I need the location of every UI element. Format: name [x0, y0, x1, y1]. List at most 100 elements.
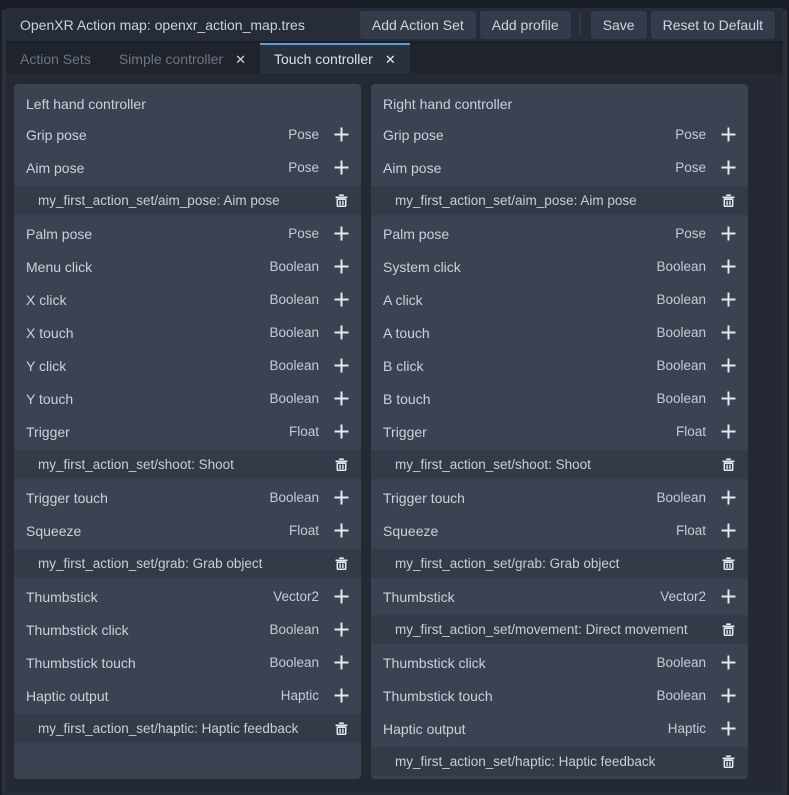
add-binding-button[interactable] — [329, 519, 353, 543]
add-binding-button[interactable] — [716, 387, 740, 411]
action-row: Haptic output Haptic — [14, 679, 361, 712]
add-binding-button[interactable] — [329, 387, 353, 411]
add-binding-button[interactable] — [716, 156, 740, 180]
binding-label: my_first_action_set/movement: Direct mov… — [395, 622, 716, 637]
action-type-label: Boolean — [269, 292, 319, 307]
save-button[interactable]: Save — [591, 11, 647, 39]
action-type-label: Boolean — [656, 259, 706, 274]
binding-row: my_first_action_set/grab: Grab object — [371, 549, 748, 578]
add-binding-button[interactable] — [329, 420, 353, 444]
action-row: A touch Boolean — [371, 316, 748, 349]
remove-binding-button[interactable] — [329, 453, 353, 477]
plus-icon — [720, 687, 737, 704]
trash-icon — [721, 457, 736, 472]
action-row: Menu click Boolean — [14, 250, 361, 283]
add-binding-button[interactable] — [716, 123, 740, 147]
add-binding-button[interactable] — [716, 354, 740, 378]
action-row: Thumbstick touch Boolean — [14, 646, 361, 679]
add-binding-button[interactable] — [716, 651, 740, 675]
remove-binding-button[interactable] — [716, 189, 740, 213]
plus-icon — [720, 258, 737, 275]
binding-label: my_first_action_set/grab: Grab object — [38, 556, 329, 571]
panel-right-hand-controller: Right hand controller Grip pose Pose Aim… — [371, 84, 748, 779]
remove-binding-button[interactable] — [329, 717, 353, 741]
remove-binding-button[interactable] — [716, 552, 740, 576]
action-row: X click Boolean — [14, 283, 361, 316]
remove-binding-button[interactable] — [329, 189, 353, 213]
tab-label: Simple controller — [119, 51, 223, 67]
add-binding-button[interactable] — [716, 486, 740, 510]
plus-icon — [720, 654, 737, 671]
add-binding-button[interactable] — [716, 717, 740, 741]
plus-icon — [720, 357, 737, 374]
plus-icon — [720, 324, 737, 341]
remove-binding-button[interactable] — [716, 618, 740, 642]
action-label: A click — [383, 292, 656, 308]
add-binding-button[interactable] — [329, 684, 353, 708]
remove-binding-button[interactable] — [716, 453, 740, 477]
binding-row: my_first_action_set/haptic: Haptic feedb… — [14, 714, 361, 743]
editor-edge-bottom — [2, 791, 787, 795]
action-type-label: Pose — [288, 226, 319, 241]
action-row: A click Boolean — [371, 283, 748, 316]
panel-left-hand-controller: Left hand controller Grip pose Pose Aim … — [14, 84, 361, 779]
action-label: Aim pose — [383, 160, 675, 176]
add-action-set-button[interactable]: Add Action Set — [360, 11, 476, 39]
add-binding-button[interactable] — [716, 222, 740, 246]
action-label: Trigger — [383, 424, 676, 440]
add-binding-button[interactable] — [716, 255, 740, 279]
add-binding-button[interactable] — [329, 486, 353, 510]
action-label: B click — [383, 358, 656, 374]
action-row: Aim pose Pose — [14, 151, 361, 184]
action-label: Y click — [26, 358, 269, 374]
add-binding-button[interactable] — [329, 651, 353, 675]
add-binding-button[interactable] — [329, 123, 353, 147]
action-type-label: Boolean — [269, 391, 319, 406]
action-type-label: Boolean — [656, 358, 706, 373]
action-type-label: Boolean — [269, 325, 319, 340]
add-binding-button[interactable] — [329, 354, 353, 378]
add-binding-button[interactable] — [329, 321, 353, 345]
action-type-label: Boolean — [656, 688, 706, 703]
add-binding-button[interactable] — [716, 420, 740, 444]
action-label: Squeeze — [26, 523, 289, 539]
tab-touch-controller[interactable]: Touch controller ✕ — [260, 43, 410, 73]
action-row: Y touch Boolean — [14, 382, 361, 415]
action-label: Squeeze — [383, 523, 676, 539]
add-binding-button[interactable] — [329, 618, 353, 642]
binding-label: my_first_action_set/aim_pose: Aim pose — [38, 193, 329, 208]
add-binding-button[interactable] — [329, 222, 353, 246]
action-type-label: Float — [289, 424, 319, 439]
add-binding-button[interactable] — [716, 288, 740, 312]
close-icon[interactable]: ✕ — [385, 53, 396, 66]
add-binding-button[interactable] — [716, 684, 740, 708]
add-profile-button[interactable]: Add profile — [480, 11, 571, 39]
action-label: Trigger touch — [383, 490, 656, 506]
plus-icon — [333, 390, 350, 407]
binding-row: my_first_action_set/grab: Grab object — [14, 549, 361, 578]
plus-icon — [720, 489, 737, 506]
action-row: Trigger Float — [371, 415, 748, 448]
add-binding-button[interactable] — [329, 585, 353, 609]
close-icon[interactable]: ✕ — [235, 53, 246, 66]
remove-binding-button[interactable] — [329, 552, 353, 576]
add-binding-button[interactable] — [329, 255, 353, 279]
add-binding-button[interactable] — [329, 288, 353, 312]
tab-action-sets[interactable]: Action Sets ✕ — [6, 43, 105, 73]
add-binding-button[interactable] — [329, 156, 353, 180]
tab-simple-controller[interactable]: Simple controller ✕ — [105, 43, 260, 73]
plus-icon — [333, 654, 350, 671]
action-type-label: Boolean — [656, 325, 706, 340]
add-binding-button[interactable] — [716, 519, 740, 543]
action-row: X touch Boolean — [14, 316, 361, 349]
editor-edge-right — [783, 10, 787, 795]
action-type-label: Boolean — [656, 655, 706, 670]
binding-label: my_first_action_set/aim_pose: Aim pose — [395, 193, 716, 208]
plus-icon — [333, 423, 350, 440]
binding-label: my_first_action_set/grab: Grab object — [395, 556, 716, 571]
reset-to-default-button[interactable]: Reset to Default — [651, 11, 775, 39]
trash-icon — [334, 721, 349, 736]
remove-binding-button[interactable] — [716, 750, 740, 774]
add-binding-button[interactable] — [716, 585, 740, 609]
add-binding-button[interactable] — [716, 321, 740, 345]
